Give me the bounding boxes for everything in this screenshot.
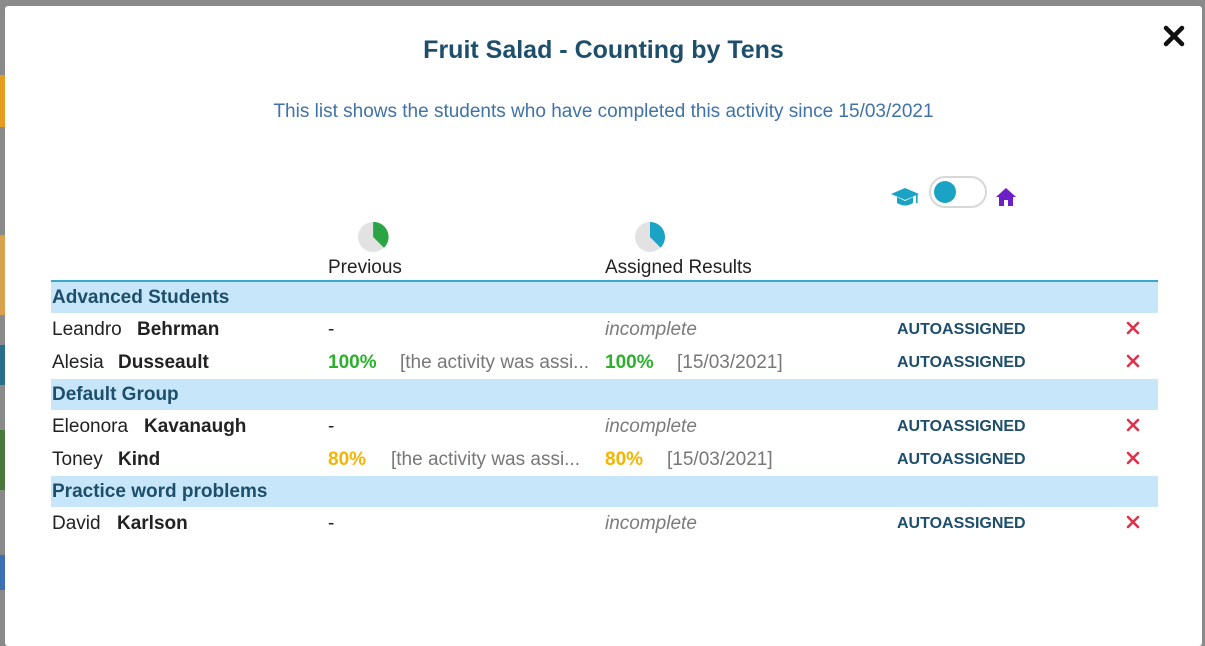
table-row: Leandro Behrman - incomplete AUTOASSIGNE… [51,313,1158,346]
previous-column-label: Previous [328,257,402,278]
group-header: Default Group [51,379,1158,410]
status-badge: AUTOASSIGNED [897,321,1026,338]
previous-note: [the activity was assi... [391,449,581,470]
student-first-name: Toney [52,449,103,470]
modal-subtitle: This list shows the students who have co… [273,101,934,122]
view-toggle-switch[interactable] [929,176,987,208]
previous-score: 80% [328,449,367,470]
student-first-name: Leandro [52,319,122,340]
previous-score: 100% [328,352,377,373]
student-first-name: Eleonora [52,416,129,437]
assigned-result: incomplete [605,416,697,437]
group-header: Advanced Students [51,282,1158,313]
delete-icon[interactable] [1126,451,1140,465]
table-row: David Karlson - incomplete AUTOASSIGNED [51,507,1158,540]
assigned-pie-icon [635,222,665,252]
previous-result: - [328,416,335,437]
assigned-score: 80% [605,449,644,470]
previous-column-header: Previous [328,221,402,279]
graduation-cap-icon[interactable] [890,186,920,208]
student-first-name: Alesia [52,352,104,373]
assigned-date: [15/03/2021] [667,449,773,470]
student-last-name: Kavanaugh [144,416,247,437]
group-header: Practice word problems [51,476,1158,507]
delete-icon[interactable] [1126,418,1140,432]
delete-icon[interactable] [1126,321,1140,335]
toggle-knob [934,181,956,203]
delete-icon[interactable] [1126,515,1140,529]
assigned-result: incomplete [605,319,697,340]
delete-icon[interactable] [1126,354,1140,368]
table-row: Alesia Dusseault 100% [the activity was … [51,346,1158,379]
table-row: Eleonora Kavanaugh - incomplete AUTOASSI… [51,410,1158,443]
student-last-name: Behrman [137,319,220,340]
previous-result: - [328,319,335,340]
student-results-modal: Fruit Salad - Counting by Tens This list… [5,6,1202,646]
table-row: Toney Kind 80% [the activity was assi...… [51,443,1158,476]
previous-result: - [328,513,335,534]
status-badge: AUTOASSIGNED [897,451,1026,468]
assigned-column-label: Assigned Results [605,257,752,278]
status-badge: AUTOASSIGNED [897,354,1026,371]
results-table: Advanced Students Leandro Behrman - inco… [51,280,1158,540]
assigned-column-header: Assigned Results [605,221,752,279]
student-first-name: David [52,513,101,534]
assigned-result: incomplete [605,513,697,534]
previous-pie-icon [358,222,389,252]
assigned-score: 100% [605,352,654,373]
previous-note: [the activity was assi... [400,352,590,373]
home-icon[interactable] [995,187,1017,207]
modal-title: Fruit Salad - Counting by Tens [423,36,784,64]
student-last-name: Karlson [117,513,188,534]
status-badge: AUTOASSIGNED [897,515,1026,532]
student-last-name: Dusseault [118,352,209,373]
status-badge: AUTOASSIGNED [897,418,1026,435]
assigned-date: [15/03/2021] [677,352,783,373]
student-last-name: Kind [118,449,161,470]
